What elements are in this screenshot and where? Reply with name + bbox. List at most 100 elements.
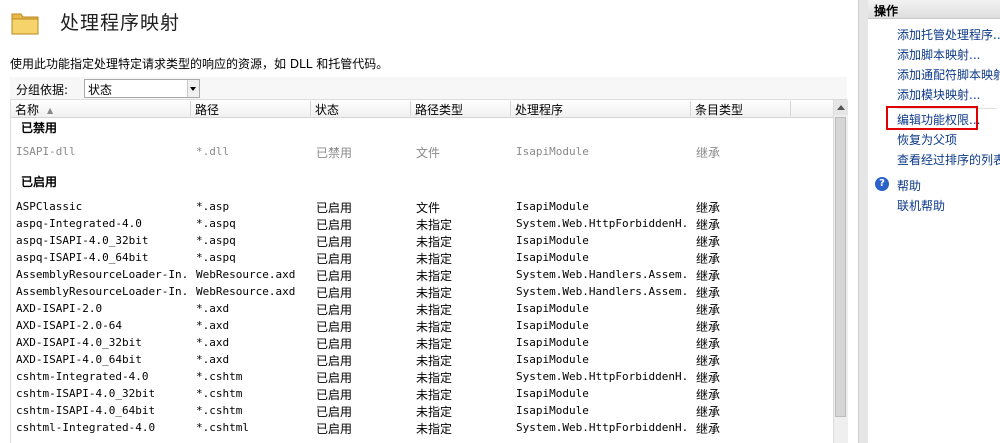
dropdown-arrow-icon[interactable] bbox=[187, 80, 199, 97]
actions-title: 操作 bbox=[874, 4, 899, 18]
cell-entry-type: 继承 bbox=[696, 371, 721, 385]
cell-name: AssemblyResourceLoader-In... bbox=[16, 268, 186, 281]
group-by-select[interactable]: 状态 bbox=[84, 79, 200, 98]
cell-status: 已启用 bbox=[316, 235, 353, 249]
group-by-value: 状态 bbox=[88, 83, 113, 97]
cell-entry-type: 继承 bbox=[696, 422, 721, 436]
cell-entry-type: 继承 bbox=[696, 201, 721, 215]
action-view-ordered-list[interactable]: 查看经过排序的列表... bbox=[897, 151, 1000, 168]
column-header-entry-type[interactable]: 条目类型 bbox=[691, 101, 791, 117]
cell-status: 已启用 bbox=[316, 286, 353, 300]
cell-path-type: 未指定 bbox=[416, 337, 453, 351]
cell-entry-type: 继承 bbox=[696, 286, 721, 300]
cell-handler: IsapiModule bbox=[516, 145, 589, 158]
cell-path-type: 未指定 bbox=[416, 354, 453, 368]
action-add-module-mapping[interactable]: 添加模块映射... bbox=[897, 86, 980, 103]
table-row[interactable]: AXD-ISAPI-4.0_64bit *.axd 已启用 未指定 IsapiM… bbox=[11, 352, 834, 369]
column-header-handler[interactable]: 处理程序 bbox=[511, 101, 691, 117]
cell-name: aspq-ISAPI-4.0_32bit bbox=[16, 234, 149, 247]
group-header-disabled[interactable]: 已禁用 bbox=[21, 119, 57, 136]
cell-status: 已启用 bbox=[316, 201, 353, 215]
action-add-managed-handler[interactable]: 添加托管处理程序... bbox=[897, 26, 1000, 43]
cell-handler: IsapiModule bbox=[516, 387, 589, 400]
cell-path-type: 未指定 bbox=[416, 303, 453, 317]
help-icon: ? bbox=[875, 177, 889, 191]
table-row[interactable]: AXD-ISAPI-2.0-64 *.axd 已启用 未指定 IsapiModu… bbox=[11, 318, 834, 335]
cell-status: 已启用 bbox=[316, 320, 353, 334]
table-row[interactable]: aspq-ISAPI-4.0_64bit *.aspq 已启用 未指定 Isap… bbox=[11, 250, 834, 267]
cell-name: cshtm-ISAPI-4.0_32bit bbox=[16, 387, 156, 400]
table-row[interactable]: ISAPI-dll *.dll 已禁用 文件 IsapiModule 继承 bbox=[11, 144, 834, 161]
table-row[interactable]: AXD-ISAPI-2.0 *.axd 已启用 未指定 IsapiModule … bbox=[11, 301, 834, 318]
table-row[interactable]: cshtm-Integrated-4.0 *.cshtm 已启用 未指定 Sys… bbox=[11, 369, 834, 386]
table-row[interactable]: AXD-ISAPI-4.0_32bit *.axd 已启用 未指定 IsapiM… bbox=[11, 335, 834, 352]
action-online-help[interactable]: 联机帮助 bbox=[897, 197, 945, 214]
table-row[interactable]: AssemblyResourceLoader-In... WebResource… bbox=[11, 267, 834, 284]
main-panel: 处理程序映射 使用此功能指定处理特定请求类型的响应的资源，如 DLL 和托管代码… bbox=[0, 0, 858, 443]
cell-entry-type: 继承 bbox=[696, 354, 721, 368]
cell-path-type: 文件 bbox=[416, 201, 441, 215]
table-row[interactable]: cshtm-ISAPI-4.0_64bit *.cshtm 已启用 未指定 Is… bbox=[11, 403, 834, 420]
cell-path: *.aspq bbox=[196, 234, 236, 247]
cell-name: ISAPI-dll bbox=[16, 145, 76, 158]
cell-name: cshtm-ISAPI-4.0_64bit bbox=[16, 404, 156, 417]
cell-status: 已启用 bbox=[316, 269, 353, 283]
scrollbar-thumb[interactable] bbox=[835, 117, 846, 417]
cell-path: *.cshtm bbox=[196, 387, 243, 400]
cell-handler: IsapiModule bbox=[516, 353, 589, 366]
cell-path: *.axd bbox=[196, 353, 230, 366]
action-add-script-map[interactable]: 添加脚本映射... bbox=[897, 46, 980, 63]
table-row[interactable]: cshtm-ISAPI-4.0_32bit *.cshtm 已启用 未指定 Is… bbox=[11, 386, 834, 403]
action-help[interactable]: 帮助 bbox=[897, 177, 921, 194]
column-header-status[interactable]: 状态 bbox=[311, 101, 411, 117]
group-header-enabled[interactable]: 已启用 bbox=[21, 173, 57, 190]
cell-name: AXD-ISAPI-4.0_32bit bbox=[16, 336, 142, 349]
cell-path-type: 文件 bbox=[416, 146, 441, 160]
cell-path: *.asp bbox=[196, 200, 230, 213]
cell-handler: IsapiModule bbox=[516, 404, 589, 417]
table-row[interactable]: aspq-ISAPI-4.0_32bit *.aspq 已启用 未指定 Isap… bbox=[11, 233, 834, 250]
cell-path-type: 未指定 bbox=[416, 218, 453, 232]
cell-name: AssemblyResourceLoader-In... bbox=[16, 285, 186, 298]
column-header-name[interactable]: 名称 ▲ bbox=[11, 101, 191, 117]
cell-path: *.cshtm bbox=[196, 404, 243, 417]
cell-entry-type: 继承 bbox=[696, 146, 721, 160]
cell-path: *.axd bbox=[196, 319, 230, 332]
table-row[interactable]: cshtml-Integrated-4.0 *.cshtml 已启用 未指定 S… bbox=[11, 420, 834, 437]
cell-path-type: 未指定 bbox=[416, 235, 453, 249]
cell-status: 已启用 bbox=[316, 354, 353, 368]
cell-path-type: 未指定 bbox=[416, 320, 453, 334]
table-row[interactable]: ASPClassic *.asp 已启用 文件 IsapiModule 继承 bbox=[11, 199, 834, 216]
cell-entry-type: 继承 bbox=[696, 235, 721, 249]
cell-entry-type: 继承 bbox=[696, 218, 721, 232]
cell-name: AXD-ISAPI-4.0_64bit bbox=[16, 353, 142, 366]
cell-path: *.axd bbox=[196, 302, 230, 315]
handler-mappings-grid[interactable]: 名称 ▲ 路径 状态 路径类型 处理程序 条目类型 已禁用 ISAPI-dll *… bbox=[10, 100, 848, 443]
cell-entry-type: 继承 bbox=[696, 252, 721, 266]
cell-path: *.cshtm bbox=[196, 370, 243, 383]
scroll-up-button[interactable] bbox=[834, 100, 848, 115]
actions-header: 操作 bbox=[868, 0, 1000, 19]
table-row[interactable]: AssemblyResourceLoader-In... WebResource… bbox=[11, 284, 834, 301]
cell-path-type: 未指定 bbox=[416, 422, 453, 436]
cell-handler: IsapiModule bbox=[516, 319, 589, 332]
cell-handler: System.Web.HttpForbiddenH... bbox=[516, 370, 688, 383]
cell-handler: System.Web.Handlers.Assem... bbox=[516, 268, 688, 281]
cell-path-type: 未指定 bbox=[416, 388, 453, 402]
action-add-wildcard-script-map[interactable]: 添加通配符脚本映射... bbox=[897, 66, 1000, 83]
cell-entry-type: 继承 bbox=[696, 388, 721, 402]
cell-handler: System.Web.HttpForbiddenH... bbox=[516, 217, 688, 230]
cell-path: *.axd bbox=[196, 336, 230, 349]
cell-status: 已启用 bbox=[316, 371, 353, 385]
cell-name: cshtml-Integrated-4.0 bbox=[16, 421, 156, 434]
action-revert-to-parent[interactable]: 恢复为父项 bbox=[897, 131, 957, 148]
cell-path: *.aspq bbox=[196, 217, 236, 230]
cell-status: 已启用 bbox=[316, 337, 353, 351]
cell-status: 已启用 bbox=[316, 303, 353, 317]
column-header-path[interactable]: 路径 bbox=[191, 101, 311, 117]
table-row[interactable]: aspq-Integrated-4.0 *.aspq 已启用 未指定 Syste… bbox=[11, 216, 834, 233]
column-header-path-type[interactable]: 路径类型 bbox=[411, 101, 511, 117]
vertical-scrollbar[interactable] bbox=[833, 100, 848, 443]
cell-path: *.aspq bbox=[196, 251, 236, 264]
cell-name: AXD-ISAPI-2.0 bbox=[16, 302, 103, 315]
